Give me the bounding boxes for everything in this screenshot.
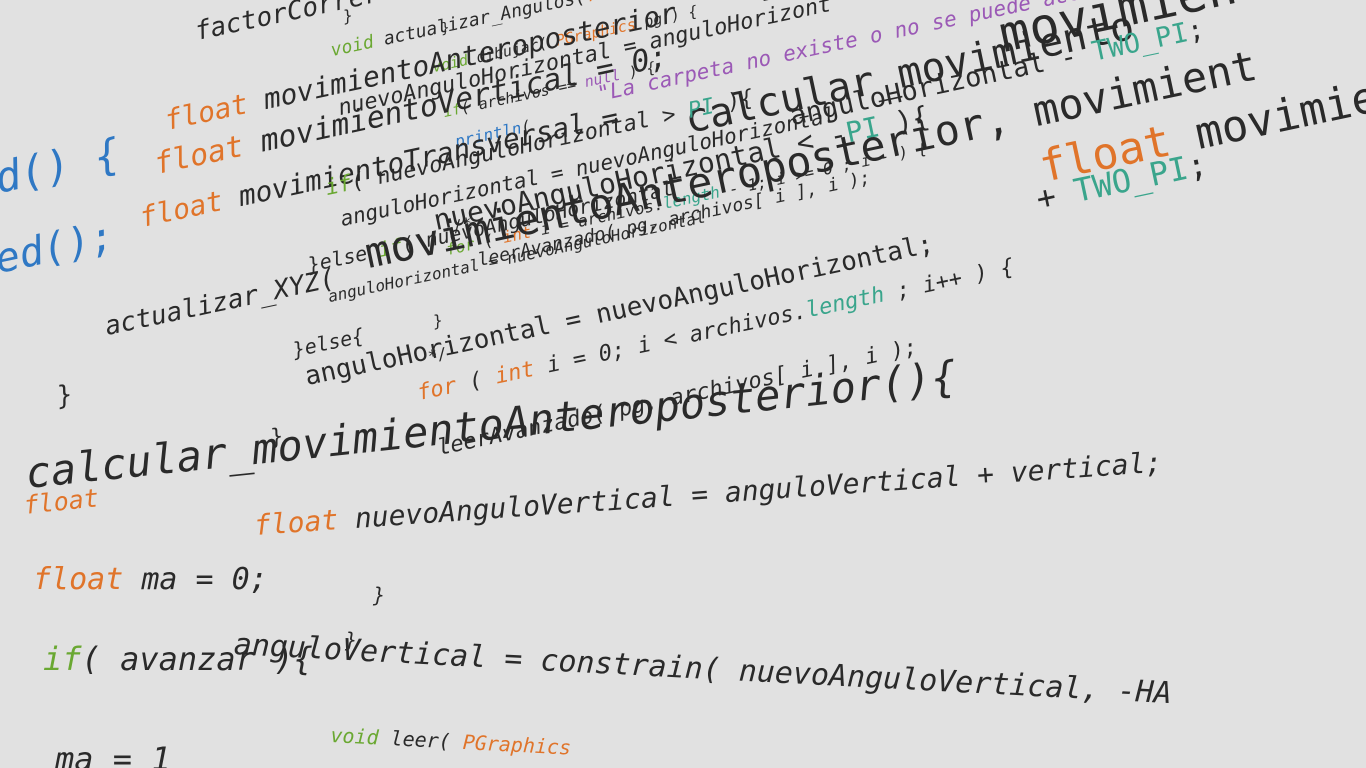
code-token: leer(	[390, 726, 464, 754]
code-token: }	[431, 310, 445, 331]
code-token: nuevoAnguloVertical = anguloVertical + v…	[353, 445, 1164, 535]
code-line: float ma = 0;	[33, 565, 268, 595]
code-line: }	[373, 585, 385, 605]
code-line: if( avanzar ){	[43, 643, 313, 675]
code-token: for	[415, 373, 460, 406]
code-line: }	[431, 310, 445, 331]
code-token: length	[803, 282, 887, 324]
code-line: actualizar_XYZ(	[102, 263, 339, 342]
code-line: ed();	[0, 212, 119, 283]
code-collage-background: voifactorCorrer = ( co}void actualizar_A…	[0, 0, 1366, 768]
code-token: int	[492, 356, 537, 390]
code-token: flo	[583, 0, 619, 7]
code-line: ma = 1	[55, 743, 171, 768]
code-token: actualizar_XYZ(	[102, 263, 339, 342]
code-line: d() {	[0, 129, 124, 203]
code-line: float	[22, 483, 114, 520]
code-token: float	[33, 562, 142, 597]
code-token: }	[373, 583, 386, 607]
code-token: ( avanzar ){	[81, 640, 313, 678]
code-line: void leer( PGraphics	[329, 723, 572, 760]
code-token: PGraphics	[462, 729, 572, 760]
code-token: ed();	[0, 212, 119, 283]
code-token: (	[453, 364, 498, 398]
code-token: if	[43, 640, 82, 678]
code-token: float	[252, 502, 357, 542]
code-token: d() {	[0, 128, 125, 203]
code-token: anguloVertical = constrain( nuevoAnguloV…	[232, 627, 1173, 712]
code-line: anguloVertical = constrain( nuevoAnguloV…	[232, 627, 1173, 712]
code-token: }	[54, 379, 76, 412]
code-token: void	[329, 723, 392, 751]
code-line: }	[54, 379, 76, 412]
code-token: float	[136, 180, 243, 234]
code-token: ma = 0;	[141, 562, 268, 597]
code-token: void	[328, 29, 387, 61]
code-token: ma = 1	[55, 740, 171, 768]
code-line: float nuevoAnguloVertical = anguloVertic…	[252, 445, 1164, 542]
